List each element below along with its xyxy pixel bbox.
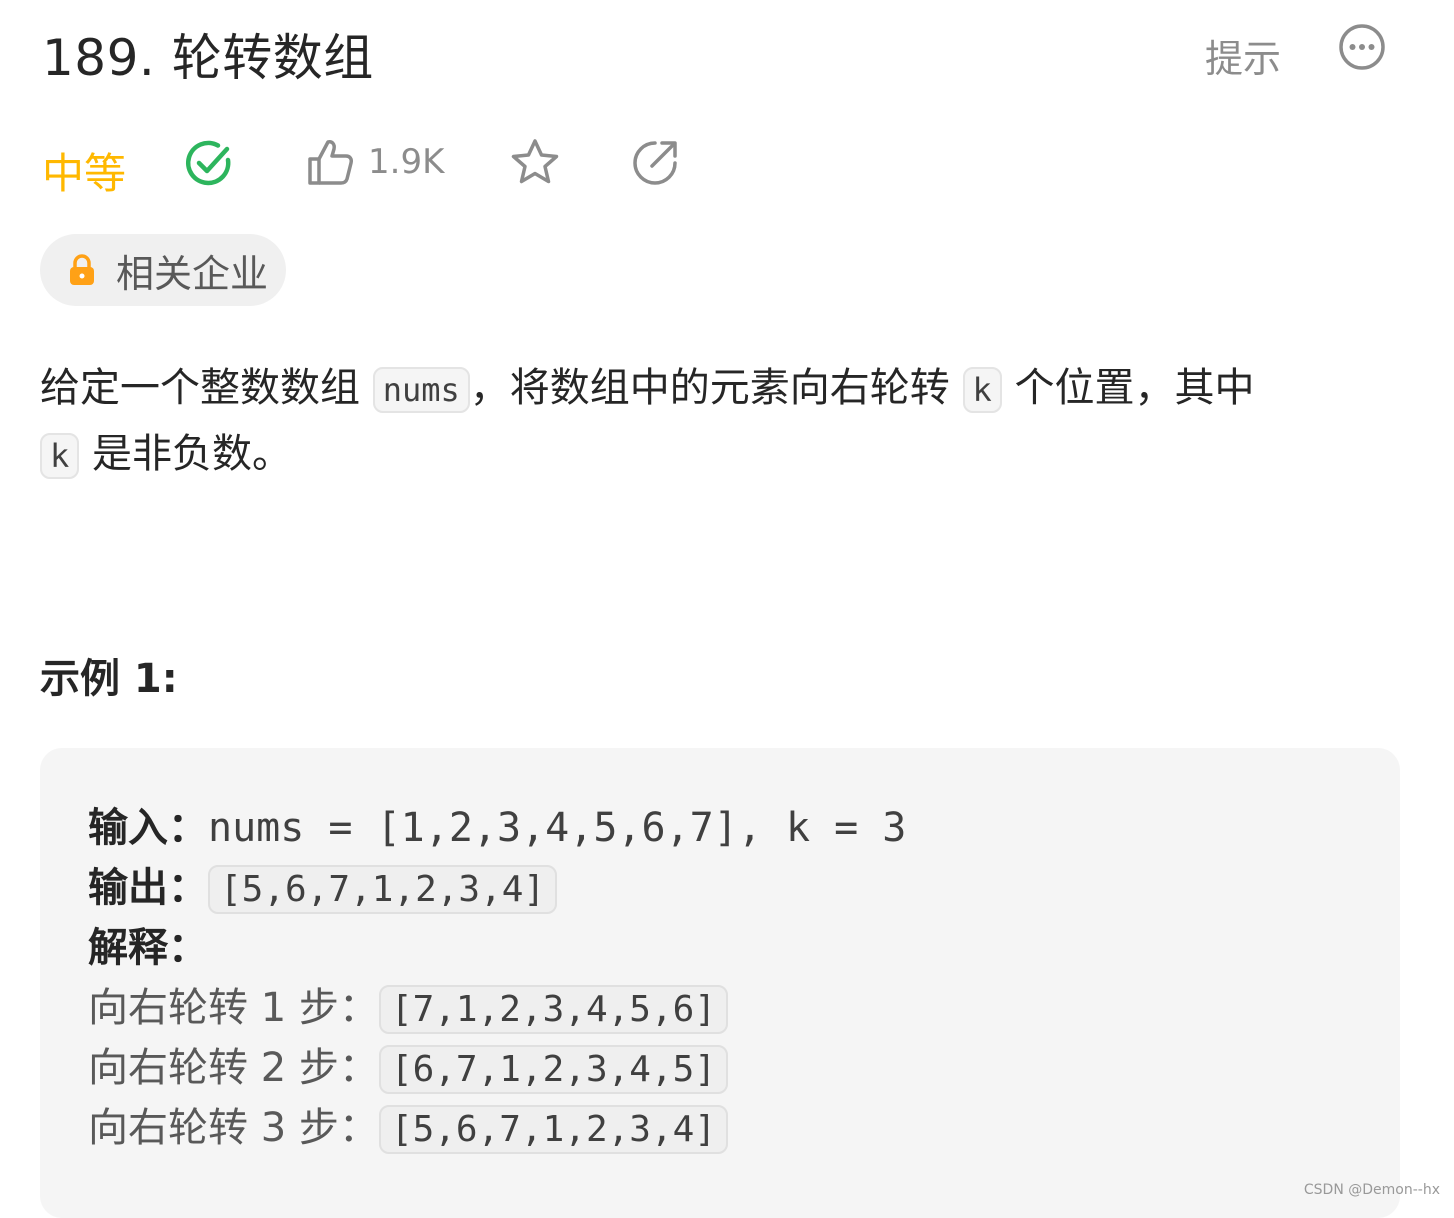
example-step-line: 向右轮转 2 步： [6,7,1,2,3,4,5]	[88, 1038, 728, 1098]
problem-title: 189. 轮转数组	[42, 29, 374, 87]
share-icon	[633, 141, 677, 185]
related-companies-label: 相关企业	[116, 251, 269, 296]
step-text: 向右轮转 1 步：	[88, 985, 379, 1031]
star-icon	[511, 139, 559, 184]
more-options-button[interactable]	[1338, 23, 1386, 71]
check-circle-icon	[185, 140, 231, 186]
step-value: [7,1,2,3,4,5,6]	[378, 985, 728, 1034]
solved-status	[184, 138, 234, 188]
like-count: 1.9K	[368, 142, 445, 182]
desc-text: 是非负数。	[79, 431, 292, 477]
step-value: [6,7,1,2,3,4,5]	[378, 1045, 728, 1094]
input-label: 输入：	[88, 805, 208, 851]
step-value: [5,6,7,1,2,3,4]	[378, 1105, 728, 1154]
example-explanation-line: 解释：	[88, 918, 208, 978]
favorite-button[interactable]	[508, 136, 562, 190]
example-block: 输入：nums = [1,2,3,4,5,6,7], k = 3 输出： [5,6…	[40, 748, 1400, 1218]
related-companies-button[interactable]: 相关企业	[40, 234, 286, 306]
inline-code: k	[40, 433, 80, 479]
desc-text: ，将数组中的元素向右轮转	[469, 365, 963, 411]
inline-code: nums	[372, 367, 470, 413]
desc-text: 个位置，其中	[1001, 365, 1255, 411]
problem-page: 189. 轮转数组 提示 中等 1.9K 相关企业 给定一个整数数组 nums …	[0, 0, 1454, 1218]
lock-icon	[70, 254, 94, 285]
example-step-line: 向右轮转 1 步： [7,1,2,3,4,5,6]	[88, 978, 728, 1038]
hint-button[interactable]: 提示	[1205, 28, 1281, 83]
example-output-line: 输出： [5,6,7,1,2,3,4]	[88, 858, 558, 918]
more-horizontal-icon	[1339, 24, 1385, 70]
output-label: 输出：	[88, 865, 208, 911]
inline-code: k	[962, 367, 1002, 413]
step-text: 向右轮转 2 步：	[88, 1045, 379, 1091]
example-heading: 示例 1:	[40, 656, 178, 702]
like-button[interactable]: 1.9K	[306, 134, 444, 190]
step-text: 向右轮转 3 步：	[88, 1105, 379, 1151]
explanation-label: 解释：	[88, 925, 208, 971]
watermark: CSDN @Demon--hx	[1303, 1182, 1440, 1198]
output-value: [5,6,7,1,2,3,4]	[208, 865, 558, 914]
input-value: nums = [1,2,3,4,5,6,7], k = 3	[208, 805, 907, 851]
example-step-line: 向右轮转 3 步： [5,6,7,1,2,3,4]	[88, 1098, 728, 1158]
problem-description: 给定一个整数数组 nums ，将数组中的元素向右轮转 k 个位置，其中 k 是非负…	[40, 356, 1300, 488]
desc-text: 给定一个整数数组	[40, 365, 373, 411]
example-input-line: 输入：nums = [1,2,3,4,5,6,7], k = 3	[88, 798, 906, 858]
share-button[interactable]	[628, 136, 682, 190]
thumbs-up-icon	[308, 140, 353, 185]
difficulty-badge: 中等	[42, 149, 127, 198]
